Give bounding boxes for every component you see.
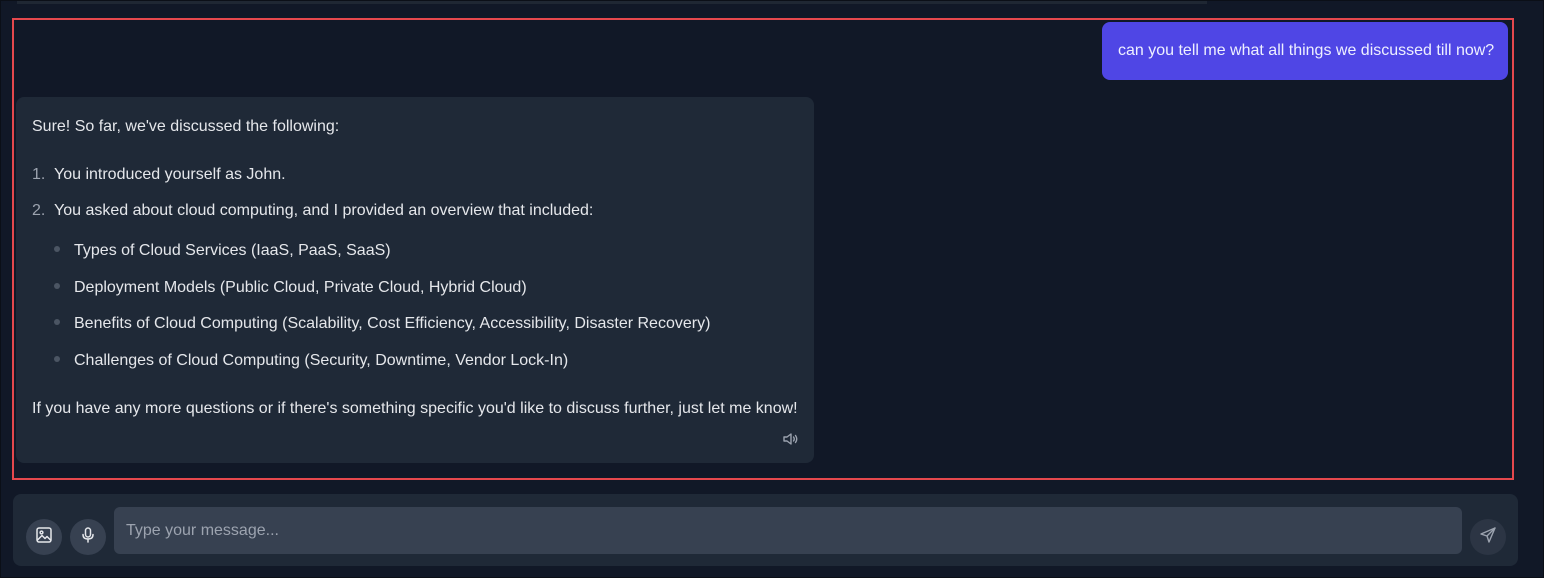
image-icon [35,526,53,549]
bullet-item-text: Challenges of Cloud Computing (Security,… [74,352,569,369]
chat-window: can you tell me what all things we discu… [0,0,1544,578]
send-button[interactable] [1470,519,1506,555]
message-input[interactable] [114,507,1462,554]
assistant-intro-text: Sure! So far, we've discussed the follow… [32,118,340,135]
bullet-icon [54,318,60,325]
assistant-outro-text: If you have any more questions or if the… [32,400,798,417]
bullet-item-text: Benefits of Cloud Computing (Scalability… [74,315,711,332]
microphone-button[interactable] [70,519,106,555]
bullet-list-item: Types of Cloud Services (IaaS, PaaS, Saa… [54,242,391,260]
bullet-list-item: Benefits of Cloud Computing (Scalability… [54,315,710,333]
bullet-list-item: Deployment Models (Public Cloud, Private… [54,279,527,297]
ordered-list-item: 1. You introduced yourself as John. [32,166,286,184]
user-message-bubble: can you tell me what all things we discu… [1102,22,1508,80]
list-item-text: You introduced yourself as John. [54,166,286,183]
bullet-icon [54,355,60,362]
bullet-item-text: Types of Cloud Services (IaaS, PaaS, Saa… [74,242,391,259]
image-upload-button[interactable] [26,519,62,555]
ordered-list-item: 2. You asked about cloud computing, and I… [32,202,593,220]
chat-messages-area: can you tell me what all things we discu… [12,18,1514,480]
send-icon [1479,526,1497,549]
bullet-icon [54,282,60,289]
speaker-icon[interactable] [782,431,800,447]
list-number: 2. [32,202,46,219]
bullet-icon [54,245,60,252]
assistant-message-bubble: Sure! So far, we've discussed the follow… [16,97,814,463]
message-composer [13,494,1518,566]
top-divider [17,1,1207,4]
list-number: 1. [32,166,46,183]
user-message-text: can you tell me what all things we discu… [1118,42,1495,59]
microphone-icon [79,526,97,549]
list-item-text: You asked about cloud computing, and I p… [54,202,594,219]
bullet-list-item: Challenges of Cloud Computing (Security,… [54,352,568,370]
bullet-item-text: Deployment Models (Public Cloud, Private… [74,279,527,296]
